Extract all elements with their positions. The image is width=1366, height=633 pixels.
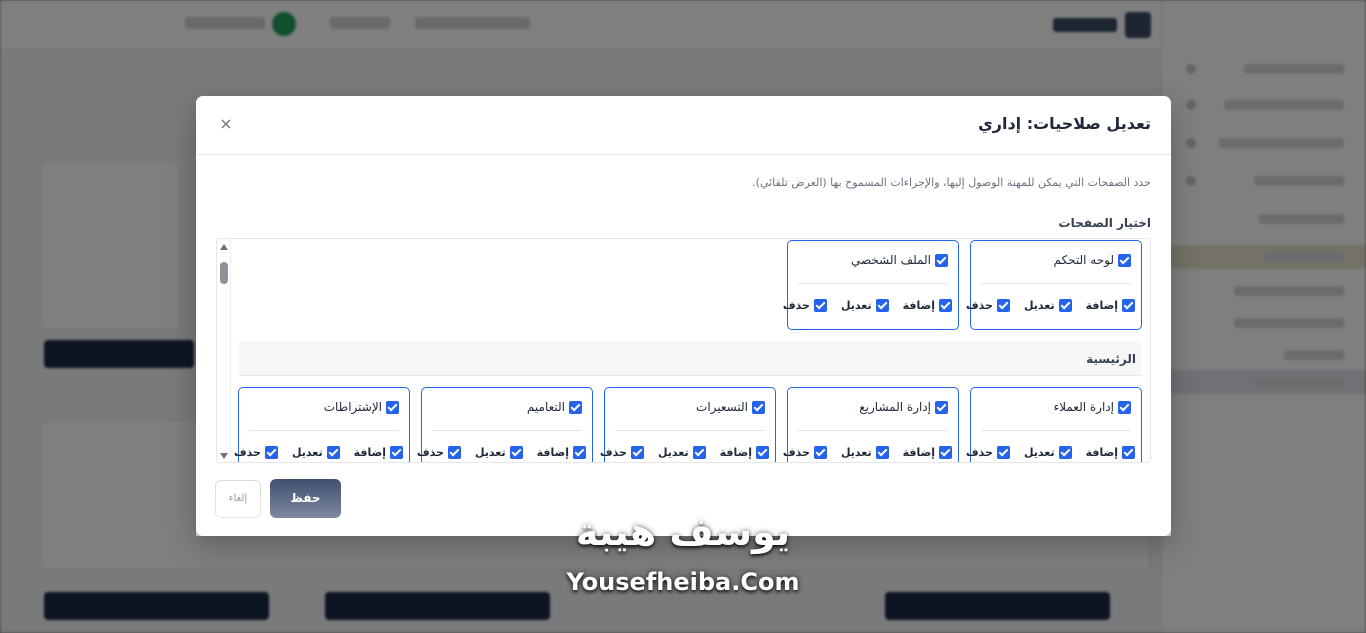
action-add-checkbox[interactable]: إضافة [903, 446, 952, 459]
permissions-modal: تعديل صلاحيات: إداري × حدد الصفحات التي … [196, 96, 1171, 536]
page-actions: إضافة تعديل حذف [966, 446, 1135, 459]
page-card-pricing: التسعيرات إضافة تعديل حذف [600, 387, 776, 462]
page-label: الملف الشخصي [851, 253, 931, 267]
checkbox-checked-icon[interactable] [1122, 299, 1135, 312]
checkbox-checked-icon[interactable] [1118, 400, 1131, 414]
checkbox-checked-icon[interactable] [752, 400, 765, 414]
page-actions: إضافة تعديل حذف [966, 299, 1135, 312]
checkbox-checked-icon[interactable] [939, 446, 952, 459]
pages-section-label: اختيار الصفحات [1058, 216, 1151, 230]
scrollbar[interactable] [217, 239, 231, 462]
checkbox-checked-icon[interactable] [935, 253, 948, 267]
action-edit-checkbox[interactable]: تعديل [475, 446, 523, 459]
modal-title: تعديل صلاحيات: إداري [978, 114, 1151, 133]
scroll-down-arrow-icon[interactable] [220, 453, 228, 459]
checkbox-checked-icon[interactable] [390, 446, 403, 459]
checkbox-checked-icon[interactable] [1122, 446, 1135, 459]
page-checkbox-requirements[interactable]: الإشتراطات [324, 400, 399, 414]
checkbox-checked-icon[interactable] [935, 400, 948, 414]
close-button[interactable]: × [218, 116, 234, 132]
page-checkbox-pricing[interactable]: التسعيرات [696, 400, 765, 414]
action-delete-checkbox[interactable]: حذف [966, 446, 1010, 459]
checkbox-checked-icon[interactable] [1058, 299, 1072, 312]
page-checkbox-clients[interactable]: إدارة العملاء [1054, 400, 1131, 414]
checkbox-checked-icon[interactable] [509, 446, 523, 459]
pages-scroll-area[interactable]: لوحه التحكم إضافة تعديل حذف الملف الشخصي… [216, 238, 1151, 463]
action-edit-checkbox[interactable]: تعديل [1024, 299, 1072, 312]
checkbox-checked-icon[interactable] [447, 446, 461, 459]
checkbox-checked-icon[interactable] [1058, 446, 1072, 459]
page-card-circulars: التعاميم إضافة تعديل حذف [417, 387, 593, 462]
page-checkbox-projects[interactable]: إدارة المشاريع [859, 400, 948, 414]
scroll-up-arrow-icon[interactable] [220, 244, 228, 250]
action-add-checkbox[interactable]: إضافة [720, 446, 769, 459]
action-edit-checkbox[interactable]: تعديل [658, 446, 706, 459]
action-edit-checkbox[interactable]: تعديل [841, 446, 889, 459]
page-checkbox-dashboard[interactable]: لوحه التحكم [1053, 253, 1131, 267]
checkbox-checked-icon[interactable] [875, 446, 889, 459]
modal-hint: حدد الصفحات التي يمكن للمهنة الوصول إليه… [752, 176, 1151, 189]
action-delete-checkbox[interactable]: حذف [600, 446, 644, 459]
checkbox-checked-icon[interactable] [939, 299, 952, 312]
checkbox-checked-icon[interactable] [813, 446, 827, 459]
action-delete-checkbox[interactable]: حذف [234, 446, 278, 459]
page-actions: إضافة تعديل حذف [783, 299, 952, 312]
checkbox-checked-icon[interactable] [996, 446, 1010, 459]
watermark-arabic: يوسف هيبة [575, 510, 791, 554]
action-delete-checkbox[interactable]: حذف [966, 299, 1010, 312]
checkbox-checked-icon[interactable] [1118, 253, 1131, 267]
action-edit-checkbox[interactable]: تعديل [292, 446, 340, 459]
close-icon: × [219, 114, 233, 133]
checkbox-checked-icon[interactable] [756, 446, 769, 459]
action-delete-checkbox[interactable]: حذف [783, 299, 827, 312]
page-label: إدارة العملاء [1053, 400, 1114, 414]
page-label: الإشتراطات [323, 400, 382, 414]
action-edit-checkbox[interactable]: تعديل [841, 299, 889, 312]
action-add-checkbox[interactable]: إضافة [1086, 299, 1135, 312]
page-card-projects: إدارة المشاريع إضافة تعديل حذف [783, 387, 959, 462]
page-checkbox-circulars[interactable]: التعاميم [527, 400, 582, 414]
page-card-requirements: الإشتراطات إضافة تعديل حذف [234, 387, 410, 462]
group-title: الرئيسية [1086, 352, 1136, 366]
group-header-main: الرئيسية [239, 341, 1142, 376]
checkbox-checked-icon[interactable] [569, 400, 582, 414]
modal-header: تعديل صلاحيات: إداري × [196, 96, 1171, 155]
action-delete-checkbox[interactable]: حذف [783, 446, 827, 459]
checkbox-checked-icon[interactable] [630, 446, 644, 459]
page-actions: إضافة تعديل حذف [417, 446, 586, 459]
page-label: إدارة المشاريع [859, 400, 931, 414]
action-add-checkbox[interactable]: إضافة [1086, 446, 1135, 459]
action-delete-checkbox[interactable]: حذف [417, 446, 461, 459]
page-label: لوحه التحكم [1053, 253, 1115, 267]
page-actions: إضافة تعديل حذف [600, 446, 769, 459]
page-label: التسعيرات [696, 400, 748, 414]
checkbox-checked-icon[interactable] [386, 400, 399, 414]
checkbox-checked-icon[interactable] [996, 299, 1010, 312]
action-add-checkbox[interactable]: إضافة [903, 299, 952, 312]
page-card-clients: إدارة العملاء إضافة تعديل حذف [966, 387, 1142, 462]
checkbox-checked-icon[interactable] [813, 299, 827, 312]
checkbox-checked-icon[interactable] [573, 446, 586, 459]
checkbox-checked-icon[interactable] [875, 299, 889, 312]
page-card-profile: الملف الشخصي إضافة تعديل حذف [783, 240, 959, 330]
page-checkbox-profile[interactable]: الملف الشخصي [851, 253, 948, 267]
page-actions: إضافة تعديل حذف [234, 446, 403, 459]
action-add-checkbox[interactable]: إضافة [354, 446, 403, 459]
action-add-checkbox[interactable]: إضافة [537, 446, 586, 459]
watermark-english: Yousefheiba.Com [566, 568, 800, 596]
checkbox-checked-icon[interactable] [264, 446, 278, 459]
page-card-dashboard: لوحه التحكم إضافة تعديل حذف [966, 240, 1142, 330]
page-actions: إضافة تعديل حذف [783, 446, 952, 459]
action-edit-checkbox[interactable]: تعديل [1024, 446, 1072, 459]
scrollbar-thumb[interactable] [220, 262, 228, 284]
checkbox-checked-icon[interactable] [692, 446, 706, 459]
page-label: التعاميم [526, 400, 565, 414]
checkbox-checked-icon[interactable] [326, 446, 340, 459]
